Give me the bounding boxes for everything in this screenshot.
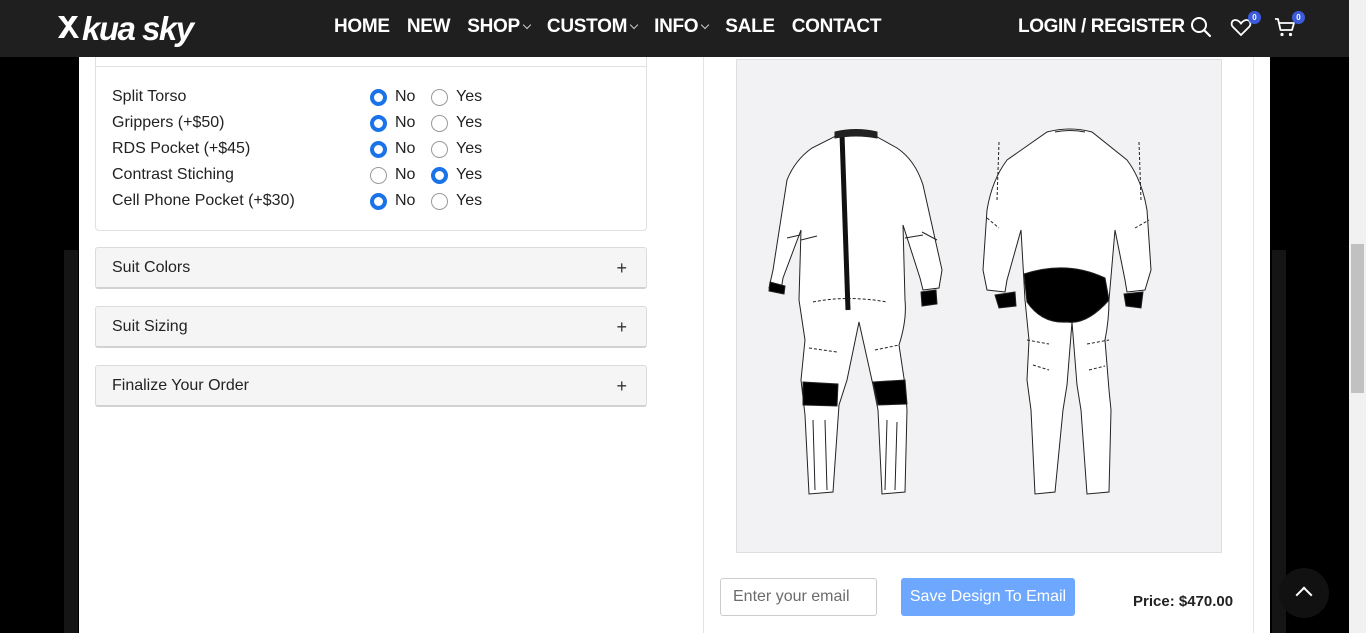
radio-yes[interactable] xyxy=(431,140,448,158)
option-row-grippers: Grippers (+$50) No Yes xyxy=(112,112,632,134)
nav-custom[interactable]: CUSTOM xyxy=(546,14,639,40)
radio-no-label: No xyxy=(395,140,416,157)
save-design-button[interactable]: Save Design To Email xyxy=(901,578,1075,616)
nav-custom-label: CUSTOM xyxy=(546,16,628,37)
option-label: Cell Phone Pocket (+$30) xyxy=(112,192,295,209)
search-icon[interactable] xyxy=(1189,15,1213,39)
option-row-cell-phone-pocket: Cell Phone Pocket (+$30) No Yes xyxy=(112,190,632,212)
radio-yes-label: Yes xyxy=(456,192,483,209)
accordion-suit-colors[interactable]: Suit Colors + xyxy=(95,247,647,289)
radio-yes[interactable] xyxy=(431,192,448,210)
option-row-contrast-stiching: Contrast Stiching No Yes xyxy=(112,164,632,186)
chevron-up-icon xyxy=(1295,586,1313,604)
nav-sale-label: SALE xyxy=(725,16,775,37)
accordion-title: Finalize Your Order xyxy=(112,376,249,394)
scroll-to-top-button[interactable] xyxy=(1279,568,1329,618)
radio-no[interactable] xyxy=(370,140,387,158)
option-label: Grippers (+$50) xyxy=(112,114,225,131)
option-label: Split Torso xyxy=(112,88,187,105)
nav-info-label: INFO xyxy=(654,16,699,37)
login-register-link[interactable]: LOGIN / REGISTER xyxy=(1018,16,1185,38)
main-nav: HOME NEW SHOP CUSTOM INFO SALE CONTACT xyxy=(334,14,898,40)
plus-icon: + xyxy=(616,376,627,396)
nav-sale[interactable]: SALE xyxy=(725,14,775,40)
cart-icon[interactable]: 0 xyxy=(1273,11,1305,39)
radio-no-label: No xyxy=(395,114,416,131)
accordion-suit-sizing[interactable]: Suit Sizing + xyxy=(95,306,647,348)
chevron-down-icon xyxy=(701,20,710,30)
radio-yes[interactable] xyxy=(431,88,448,106)
radio-no-label: No xyxy=(395,192,416,209)
radio-yes-label: Yes xyxy=(456,166,483,183)
radio-yes-label: Yes xyxy=(456,140,483,157)
radio-no[interactable] xyxy=(370,88,387,106)
plus-icon: + xyxy=(616,258,627,278)
option-label: RDS Pocket (+$45) xyxy=(112,140,251,157)
option-row-rds-pocket: RDS Pocket (+$45) No Yes xyxy=(112,138,632,160)
radio-no-label: No xyxy=(395,166,416,183)
logo-text: kua sky xyxy=(82,9,194,47)
radio-yes-label: Yes xyxy=(456,88,483,105)
site-header: kua sky HOME NEW SHOP CUSTOM INFO SALE C… xyxy=(0,0,1366,57)
background-shade xyxy=(64,250,78,633)
option-row-split-torso: Split Torso No Yes xyxy=(112,86,632,108)
radio-yes[interactable] xyxy=(431,166,448,184)
suit-back-view xyxy=(982,128,1152,495)
radio-no[interactable] xyxy=(370,166,387,184)
nav-shop-label: SHOP xyxy=(467,16,520,37)
column-divider xyxy=(703,57,704,633)
suit-design-preview xyxy=(736,59,1222,553)
cart-count-badge: 0 xyxy=(1292,11,1305,24)
background-shade xyxy=(1272,250,1286,633)
chevron-down-icon xyxy=(629,20,639,30)
nav-new[interactable]: NEW xyxy=(406,14,451,40)
radio-yes[interactable] xyxy=(431,114,448,132)
radio-no[interactable] xyxy=(370,114,387,132)
chevron-down-icon xyxy=(522,20,532,30)
nav-home-label: HOME xyxy=(334,16,390,37)
accordion-finalize-order[interactable]: Finalize Your Order + xyxy=(95,365,647,407)
wishlist-count-badge: 0 xyxy=(1248,11,1261,24)
radio-yes-label: Yes xyxy=(456,114,483,131)
nav-home[interactable]: HOME xyxy=(334,14,390,40)
accordion-title: Suit Sizing xyxy=(112,317,188,335)
accordion-title: Suit Colors xyxy=(112,258,191,276)
option-label: Contrast Stiching xyxy=(112,166,234,183)
price-label: Price: $470.00 xyxy=(1133,593,1234,610)
nav-info[interactable]: INFO xyxy=(654,14,710,40)
logo-mark-icon xyxy=(58,16,79,38)
nav-contact-label: CONTACT xyxy=(791,16,882,37)
suit-illustration xyxy=(768,128,1152,495)
plus-icon: + xyxy=(616,317,627,337)
options-panel-divider xyxy=(95,66,647,67)
nav-contact[interactable]: CONTACT xyxy=(791,14,882,40)
email-input[interactable] xyxy=(720,578,877,616)
nav-new-label: NEW xyxy=(406,16,451,37)
wishlist-heart-icon[interactable]: 0 xyxy=(1229,11,1261,39)
scrollbar-thumb[interactable] xyxy=(1351,244,1364,393)
nav-shop[interactable]: SHOP xyxy=(467,14,532,40)
radio-no-label: No xyxy=(395,88,416,105)
radio-no[interactable] xyxy=(370,192,387,210)
logo[interactable]: kua sky xyxy=(56,9,194,47)
column-divider xyxy=(1253,57,1254,633)
suit-front-view xyxy=(768,129,943,495)
